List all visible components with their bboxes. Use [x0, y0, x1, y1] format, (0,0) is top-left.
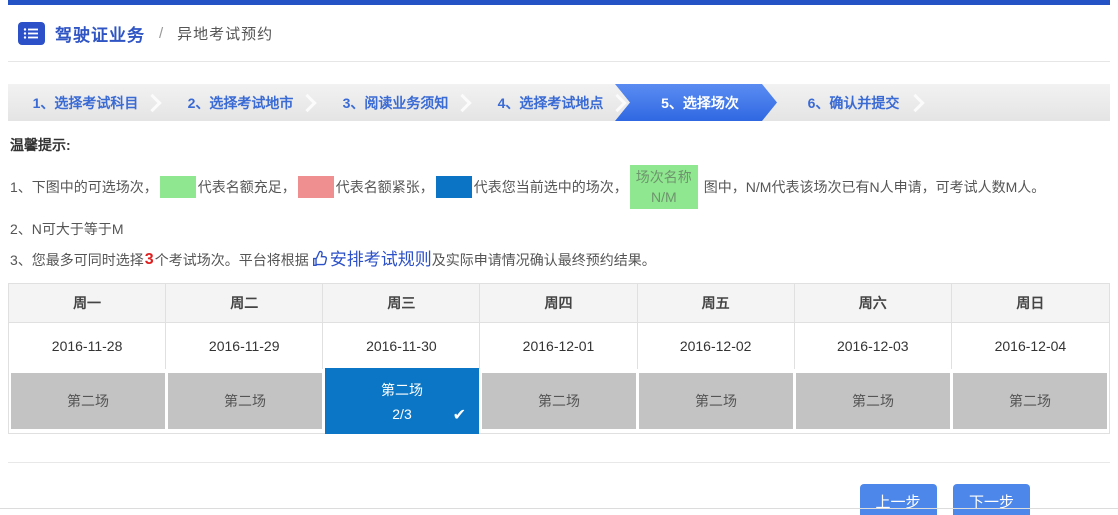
max-select-count: 3	[144, 249, 155, 271]
date-cell: 2016-12-01	[480, 322, 637, 369]
tip1-blue-label: 代表您当前选中的场次，	[474, 176, 628, 198]
tip1-red-label: 代表名额紧张，	[336, 176, 434, 198]
session-cell-wed-selected[interactable]: 第二场 2/3 ✔	[325, 368, 479, 434]
tip-line-3: 3、您最多可同时选择 3 个考试场次。平台将根据 安排考试规则 及实际申请情况确…	[10, 249, 1110, 271]
tabs-filler	[926, 84, 1110, 121]
schedule-table: 周一 周二 周三 周四 周五 周六 周日 2016-11-28 2016-11-…	[8, 283, 1110, 434]
page-title: 异地考试预约	[177, 23, 273, 44]
tab-step-6-label: 6、确认并提交	[808, 93, 900, 113]
session-legend-box: 场次名称 N/M	[630, 165, 698, 209]
date-cell: 2016-12-03	[795, 322, 952, 369]
weekday-header: 周二	[166, 284, 323, 322]
session-cell-mon[interactable]: 第二场	[11, 373, 165, 429]
red-swatch	[298, 176, 334, 198]
breadcrumb-section[interactable]: 驾驶证业务	[55, 21, 145, 46]
weekday-header: 周五	[638, 284, 795, 322]
session-cell-tue[interactable]: 第二场	[168, 373, 322, 429]
tab-step-5-label: 5、选择场次	[661, 93, 739, 113]
blue-swatch	[436, 176, 472, 198]
session-name: 第二场	[381, 380, 423, 400]
exam-rules-link-label: 安排考试规则	[330, 249, 432, 271]
tab-step-1[interactable]: 1、选择考试科目	[8, 84, 163, 121]
weekday-header: 周六	[795, 284, 952, 322]
chevron-separator-icon	[143, 93, 161, 111]
session-cell-thu[interactable]: 第二场	[482, 373, 636, 429]
tip-line-2: 2、N可大于等于M	[10, 218, 1110, 240]
chevron-separator-icon	[298, 93, 316, 111]
legend-box-title: 场次名称	[636, 167, 692, 187]
date-cell: 2016-11-30	[323, 322, 480, 369]
page-bottom-border	[0, 508, 1118, 509]
tip1-pre: 1、下图中的可选场次，	[10, 176, 158, 198]
tab-step-2-label: 2、选择考试地市	[188, 93, 294, 113]
chevron-separator-icon	[608, 93, 626, 111]
chevron-separator-icon	[453, 93, 471, 111]
date-cell: 2016-12-02	[638, 322, 795, 369]
prev-step-button[interactable]: 上一步	[860, 484, 937, 515]
session-row: 第二场 第二场 第二场 2/3 ✔ 第二场 第二场 第二场 第二场	[9, 369, 1109, 433]
tip1-post: 图中，N/M代表该场次已有N人申请，可考试人数M人。	[704, 176, 1045, 198]
tip1-green-label: 代表名额充足，	[198, 176, 296, 198]
date-cell: 2016-12-04	[952, 322, 1109, 369]
next-step-button[interactable]: 下一步	[953, 484, 1030, 515]
footer-actions: 上一步 下一步	[0, 484, 1118, 515]
weekday-header-row: 周一 周二 周三 周四 周五 周六 周日	[9, 284, 1109, 322]
checkmark-icon: ✔	[453, 405, 466, 425]
session-cell-fri[interactable]: 第二场	[639, 373, 793, 429]
tab-step-3[interactable]: 3、阅读业务须知	[318, 84, 473, 121]
footer-divider	[8, 462, 1110, 463]
tip3-mid: 个考试场次。平台将根据	[155, 249, 309, 271]
exam-booking-page: 驾驶证业务 / 异地考试预约 1、选择考试科目 2、选择考试地市 3、阅读业务须…	[0, 0, 1118, 515]
chevron-separator-icon	[906, 93, 924, 111]
tip-line-1: 1、下图中的可选场次， 代表名额充足， 代表名额紧张， 代表您当前选中的场次， …	[10, 165, 1110, 209]
date-row: 2016-11-28 2016-11-29 2016-11-30 2016-12…	[9, 322, 1109, 369]
session-cell-sun[interactable]: 第二场	[953, 373, 1107, 429]
tab-step-1-label: 1、选择考试科目	[33, 93, 139, 113]
tab-step-3-label: 3、阅读业务须知	[343, 93, 449, 113]
weekday-header: 周日	[952, 284, 1109, 322]
breadcrumb: 驾驶证业务 / 异地考试预约	[8, 5, 1110, 62]
tip3-pre: 3、您最多可同时选择	[10, 249, 144, 271]
tip3-post: 及实际申请情况确认最终预约结果。	[432, 249, 656, 271]
tab-step-4[interactable]: 4、选择考试地点	[473, 84, 628, 121]
thumb-up-icon	[311, 250, 329, 268]
exam-rules-link[interactable]: 安排考试规则	[309, 249, 432, 271]
weekday-header: 周三	[323, 284, 480, 322]
tab-step-6[interactable]: 6、确认并提交	[771, 84, 926, 121]
weekday-header: 周一	[9, 284, 166, 322]
list-icon	[18, 22, 45, 45]
step-tabs: 1、选择考试科目 2、选择考试地市 3、阅读业务须知 4、选择考试地点 5、选择…	[8, 84, 1110, 121]
tips-section: 温馨提示: 1、下图中的可选场次， 代表名额充足， 代表名额紧张， 代表您当前选…	[10, 135, 1110, 271]
session-quota: 2/3	[392, 406, 411, 422]
date-cell: 2016-11-28	[9, 322, 166, 369]
breadcrumb-separator: /	[159, 25, 163, 42]
tab-step-2[interactable]: 2、选择考试地市	[163, 84, 318, 121]
green-swatch	[160, 176, 196, 198]
tab-step-4-label: 4、选择考试地点	[498, 93, 604, 113]
weekday-header: 周四	[480, 284, 637, 322]
session-cell-sat[interactable]: 第二场	[796, 373, 950, 429]
tips-title: 温馨提示:	[10, 135, 1110, 155]
date-cell: 2016-11-29	[166, 322, 323, 369]
legend-box-quota: N/M	[651, 187, 677, 207]
tab-step-5-active[interactable]: 5、选择场次	[615, 84, 777, 121]
